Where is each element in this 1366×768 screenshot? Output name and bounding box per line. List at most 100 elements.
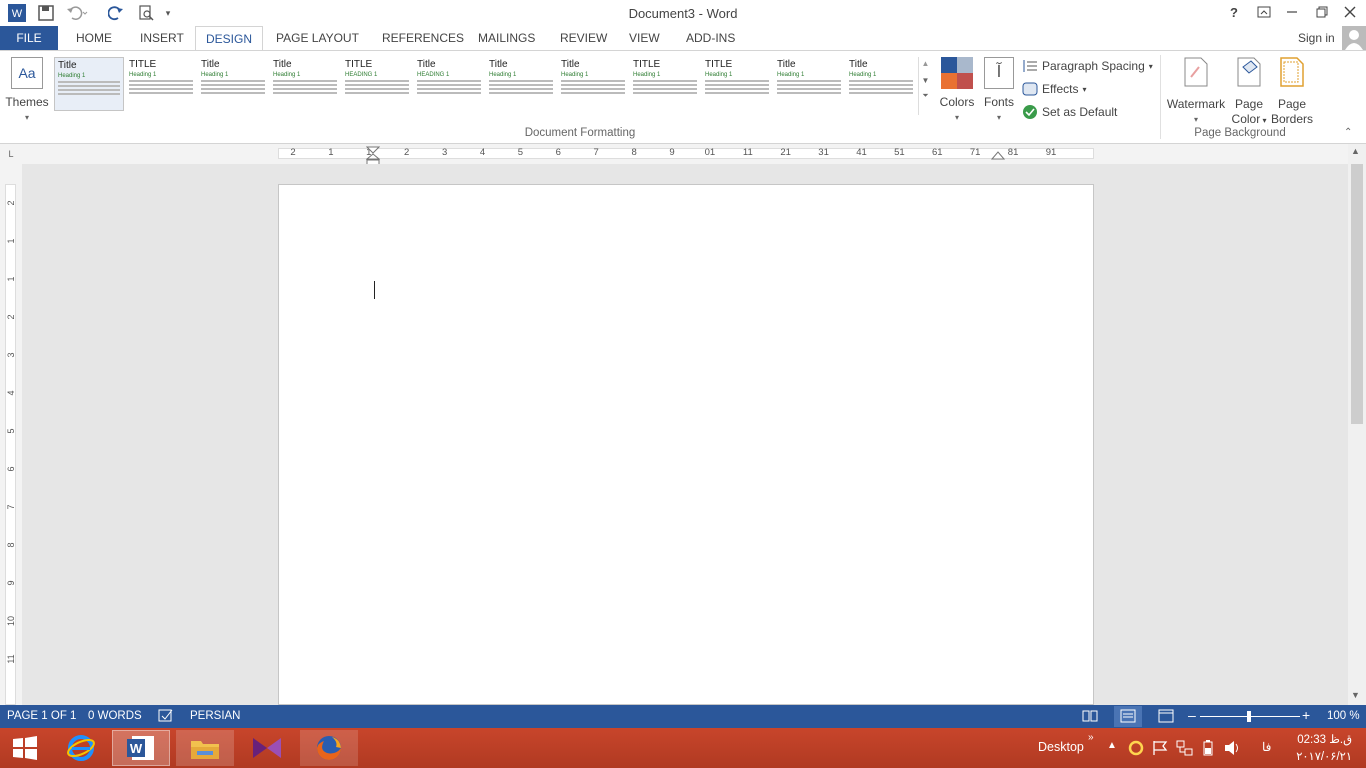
gallery-scroll[interactable]: ▲ ▼ ⏷ <box>918 57 932 115</box>
style-set-thumbnail[interactable]: Title Heading 1 <box>198 57 268 111</box>
chevron-down-icon: ▾ <box>954 113 959 122</box>
gallery-more-icon[interactable]: ⏷ <box>919 91 932 101</box>
tab-review[interactable]: REVIEW <box>550 26 617 50</box>
vertical-ruler[interactable]: 2 1 1 2 3 4 5 6 7 8 9 10 11 <box>0 164 22 705</box>
horizontal-ruler[interactable]: L 2 1 1 2 3 4 5 6 7 8 9 01 11 21 31 41 51 61 71 81 91 <box>0 144 1366 166</box>
scroll-up-icon[interactable]: ▲ <box>1351 146 1360 156</box>
style-set-thumbnail[interactable]: TITLE HEADING 1 <box>342 57 412 111</box>
clock-time[interactable]: 02:33 ق.ظ <box>1286 732 1352 746</box>
sign-in-link[interactable]: Sign in <box>1288 26 1345 50</box>
color-swatch <box>941 57 957 73</box>
ruler-number: 2 <box>290 147 296 158</box>
style-set-thumbnail[interactable]: Title Heading 1 <box>486 57 556 111</box>
ruler-number: 61 <box>932 147 943 158</box>
style-set-thumbnail[interactable]: Title Heading 1 <box>270 57 340 111</box>
vertical-scrollbar[interactable]: ▲ ▼ <box>1348 144 1366 705</box>
style-set-text-line <box>561 92 625 94</box>
style-set-heading: Heading 1 <box>705 72 733 78</box>
scroll-down-icon[interactable]: ▼ <box>1351 690 1360 700</box>
style-set-text-line <box>705 80 769 82</box>
internet-explorer-icon[interactable] <box>52 730 110 766</box>
firefox-icon[interactable] <box>300 730 358 766</box>
style-set-thumbnail[interactable]: Title Heading 1 <box>846 57 916 111</box>
input-language-indicator[interactable]: فا <box>1262 740 1271 754</box>
clock-date[interactable]: ۲۰۱۷/۰۶/۲۱ <box>1286 749 1352 763</box>
battery-tray-icon[interactable] <box>1200 740 1216 759</box>
svg-text:W: W <box>130 741 143 756</box>
minimize-icon[interactable] <box>1278 2 1306 22</box>
ruler-number: 1 <box>6 238 16 244</box>
visual-studio-icon[interactable] <box>238 730 296 766</box>
watermark-button[interactable]: Watermark ▾ <box>1164 55 1228 124</box>
tab-insert[interactable]: INSERT <box>130 26 194 50</box>
effects-button[interactable]: Effects ▾ <box>1022 80 1086 98</box>
read-mode-icon[interactable] <box>1082 709 1098 726</box>
avatar[interactable] <box>1342 26 1366 50</box>
style-set-thumbnail[interactable]: TITLE Heading 1 <box>126 57 196 111</box>
ribbon-display-icon[interactable] <box>1250 2 1278 22</box>
style-set-thumbnail[interactable]: Title HEADING 1 <box>414 57 484 111</box>
tab-references[interactable]: REFERENCES <box>372 26 474 50</box>
print-layout-icon[interactable] <box>1114 706 1142 727</box>
windows-start-icon[interactable] <box>0 730 50 766</box>
tab-add-ins[interactable]: ADD-INS <box>676 26 745 50</box>
file-explorer-icon[interactable] <box>176 730 234 766</box>
style-set-title: Title <box>849 59 868 70</box>
volume-tray-icon[interactable] <box>1224 740 1242 759</box>
scroll-thumb[interactable] <box>1351 164 1363 424</box>
style-set-text-line <box>58 81 120 83</box>
style-set-thumbnail[interactable]: Title Heading 1 <box>54 57 124 111</box>
gallery-up-icon[interactable]: ▲ <box>919 59 932 68</box>
tab-design[interactable]: DESIGN <box>195 26 264 51</box>
tab-file[interactable]: FILE <box>0 26 58 50</box>
themes-button[interactable]: Aa Themes ▾ <box>4 55 50 122</box>
right-indent-icon[interactable] <box>991 150 1005 160</box>
ruler-number: 3 <box>441 147 448 158</box>
word-taskbar-icon[interactable]: W <box>112 730 170 766</box>
style-set-thumbnail[interactable]: TITLE Heading 1 <box>702 57 772 111</box>
network-tray-icon[interactable] <box>1176 740 1194 759</box>
tab-page-layout[interactable]: PAGE LAYOUT <box>266 26 369 50</box>
document-formatting-group-label: Document Formatting <box>524 127 636 139</box>
zoom-out-icon[interactable]: – <box>1188 707 1196 723</box>
restore-icon[interactable] <box>1308 2 1336 22</box>
colors-button[interactable]: Colors ▾ <box>936 55 978 122</box>
proofing-icon[interactable] <box>158 709 174 726</box>
language-indicator[interactable]: PERSIAN <box>190 710 241 722</box>
ruler-number: 6 <box>6 466 16 472</box>
paragraph-spacing-button[interactable]: Paragraph Spacing ▾ <box>1022 57 1153 75</box>
fonts-button[interactable]: آ Fonts ▾ <box>980 55 1018 122</box>
color-swatch <box>941 73 957 89</box>
collapse-ribbon-icon[interactable]: ⌃ <box>1344 127 1352 138</box>
toolbar-expand-icon[interactable]: » <box>1088 732 1094 743</box>
set-as-default-button[interactable]: Set as Default <box>1022 103 1117 121</box>
zoom-slider-thumb[interactable] <box>1247 711 1251 722</box>
ruler-number: 51 <box>894 147 905 158</box>
zoom-in-icon[interactable]: + <box>1302 707 1310 723</box>
desktop-toolbar-label[interactable]: Desktop <box>1038 740 1084 754</box>
style-set-text-line <box>633 92 697 94</box>
style-set-thumbnail[interactable]: Title Heading 1 <box>558 57 628 111</box>
zoom-level[interactable]: 100 % <box>1327 710 1360 722</box>
action-center-flag-icon[interactable] <box>1152 740 1168 759</box>
style-set-thumbnail[interactable]: Title Heading 1 <box>774 57 844 111</box>
tab-view[interactable]: VIEW <box>619 26 670 50</box>
tab-home[interactable]: HOME <box>66 26 122 50</box>
gallery-down-icon[interactable]: ▼ <box>919 76 932 85</box>
document-page[interactable] <box>278 184 1094 705</box>
help-icon[interactable]: ? <box>1220 2 1248 22</box>
page-count[interactable]: PAGE 1 OF 1 <box>7 710 76 722</box>
ruler-number: 9 <box>6 580 16 586</box>
tab-mailings[interactable]: MAILINGS <box>468 26 545 50</box>
show-hidden-icons-icon[interactable]: ▲ <box>1107 740 1117 751</box>
page-color-button[interactable]: Page Color ▾ <box>1228 55 1270 126</box>
word-count[interactable]: 0 WORDS <box>88 710 142 722</box>
web-layout-icon[interactable] <box>1158 709 1174 726</box>
style-set-title: Title <box>489 59 508 70</box>
indent-marker-icon[interactable] <box>366 146 380 166</box>
ruler-number: 91 <box>1045 147 1057 158</box>
close-icon[interactable] <box>1336 2 1364 22</box>
page-borders-button[interactable]: Page Borders <box>1270 55 1314 126</box>
security-tray-icon[interactable] <box>1128 740 1144 759</box>
style-set-thumbnail[interactable]: TITLE Heading 1 <box>630 57 700 111</box>
